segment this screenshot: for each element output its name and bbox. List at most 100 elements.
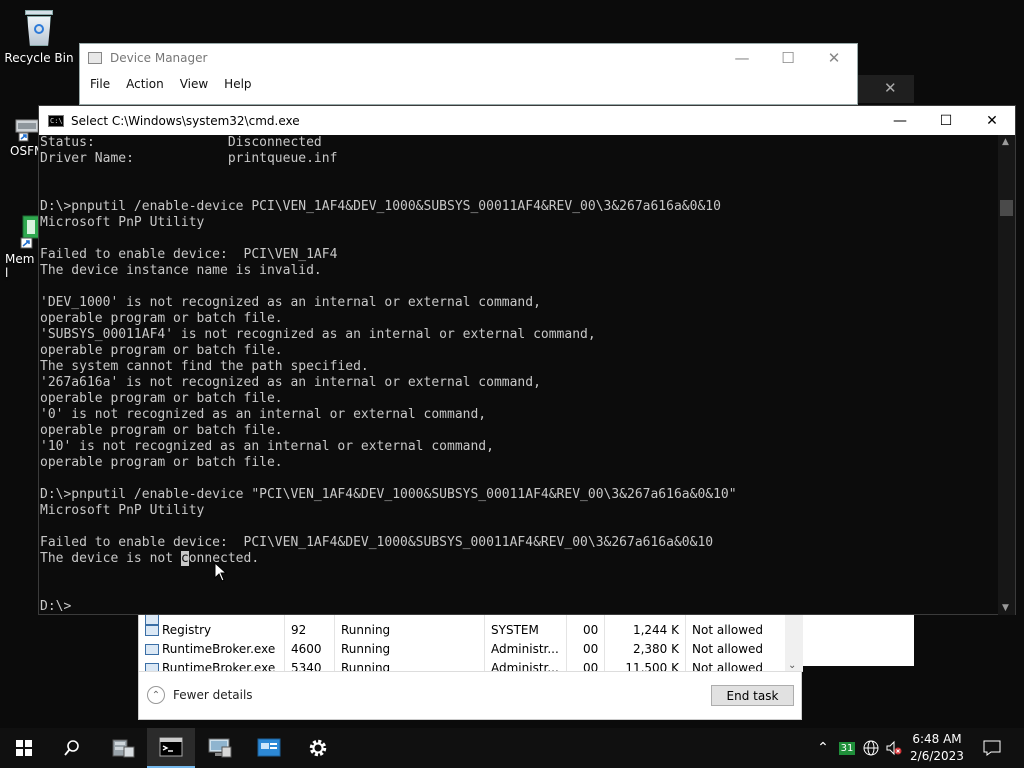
process-list: Registry 92 Running SYSTEM 00 1,244 K No… — [139, 612, 803, 671]
windows-logo-icon — [16, 740, 32, 756]
console-text: Status: Disconnected Driver Name: printq… — [40, 135, 737, 566]
text-selection: c — [180, 551, 189, 566]
desktop-icon-osfm[interactable]: OSFM — [0, 116, 44, 158]
clock-time: 6:48 AM — [912, 732, 962, 746]
tray-show-hidden[interactable]: ⌃ — [812, 728, 834, 768]
device-manager-icon — [88, 52, 102, 64]
process-status: Running — [341, 661, 391, 671]
task-manager-window: Registry 92 Running SYSTEM 00 1,244 K No… — [138, 612, 803, 720]
process-pid: 92 — [291, 623, 307, 637]
menu-action[interactable]: Action — [118, 77, 172, 91]
table-row[interactable]: RuntimeBroker.exe 5340 Running Administr… — [139, 659, 789, 671]
chevron-up-icon: ⌃ — [817, 740, 829, 756]
console-output[interactable]: Status: Disconnected Driver Name: printq… — [39, 135, 999, 615]
control-panel-icon — [257, 738, 281, 757]
process-cpu: 00 — [583, 642, 599, 656]
cmd-titlebar[interactable]: C:\ Select C:\Windows\system32\cmd.exe —… — [39, 106, 1015, 135]
close-icon[interactable]: ✕ — [884, 79, 897, 97]
desktop-icon-label: Recycle Bin — [4, 51, 74, 65]
window-title: Select C:\Windows\system32\cmd.exe — [71, 113, 300, 128]
process-status: Running — [341, 623, 391, 637]
taskbar-app-device-manager[interactable] — [196, 728, 244, 768]
process-memory: 1,244 K — [632, 623, 679, 637]
process-memory: 2,380 K — [632, 642, 679, 656]
device-manager-window: Device Manager — ☐ ✕ File Action View He… — [79, 43, 858, 105]
menu-help[interactable]: Help — [216, 77, 259, 91]
recycle-bin-icon — [22, 8, 56, 48]
process-name: RuntimeBroker.exe — [162, 642, 276, 656]
maximize-icon[interactable]: ☐ — [765, 44, 811, 72]
tray-volume[interactable] — [883, 728, 905, 768]
process-uac: Not allowed — [692, 642, 764, 656]
process-user: SYSTEM — [491, 623, 539, 637]
column-divider — [484, 612, 485, 671]
clock-date: 2/6/2023 — [910, 749, 964, 763]
desktop-icon-recycle-bin[interactable]: Recycle Bin — [3, 8, 75, 65]
menu-bar: File Action View Help — [80, 72, 857, 96]
window-title: Device Manager — [110, 51, 208, 65]
process-memory: 11,500 K — [625, 661, 679, 671]
process-icon — [145, 663, 159, 671]
column-divider — [284, 612, 285, 671]
taskbar-app-cmd[interactable] — [147, 728, 195, 768]
process-uac: Not allowed — [692, 623, 764, 637]
mouse-pointer-icon — [214, 562, 228, 582]
taskbar-app-control-panel[interactable] — [245, 728, 293, 768]
process-list-scrollbar[interactable]: ⌄ — [785, 612, 803, 671]
process-status: Running — [341, 642, 391, 656]
desktop-icon-mem[interactable]: Mem l — [0, 214, 40, 280]
column-divider — [604, 612, 605, 671]
column-divider — [566, 612, 567, 671]
close-icon[interactable]: ✕ — [969, 106, 1015, 135]
process-pid: 4600 — [291, 642, 322, 656]
drive-shortcut-icon — [15, 119, 39, 142]
close-icon[interactable]: ✕ — [811, 44, 857, 72]
column-divider — [334, 612, 335, 671]
taskbar: ⌃ 31 6:48 AM 2/6/2023 — [0, 728, 1024, 768]
minimize-icon[interactable]: — — [719, 44, 765, 72]
process-pid: 5340 — [291, 661, 322, 671]
action-center-button[interactable] — [978, 728, 1006, 768]
tray-app-badge[interactable]: 31 — [836, 728, 858, 768]
process-uac: Not allowed — [692, 661, 764, 671]
process-cpu: 00 — [583, 661, 599, 671]
search-icon — [64, 740, 79, 756]
column-divider — [685, 612, 686, 671]
tray-network[interactable] — [860, 728, 882, 768]
taskbar-app-server-manager[interactable] — [99, 728, 147, 768]
taskbar-app-settings[interactable] — [294, 728, 342, 768]
end-task-button[interactable]: End task — [711, 685, 794, 706]
start-button[interactable] — [0, 728, 48, 768]
menu-view[interactable]: View — [172, 77, 216, 91]
console-scrollbar[interactable]: ▲ ▼ — [998, 135, 1015, 615]
process-name: RuntimeBroker.exe — [162, 661, 276, 671]
gear-icon — [309, 739, 327, 757]
notification-icon — [983, 740, 1001, 756]
console-icon: C:\ — [48, 114, 64, 127]
volume-muted-icon — [886, 740, 902, 756]
minimize-icon[interactable]: — — [877, 106, 923, 135]
scroll-up-icon[interactable]: ▲ — [1002, 137, 1009, 147]
menu-file[interactable]: File — [82, 77, 118, 91]
chevron-down-icon[interactable]: ⌄ — [788, 660, 796, 671]
search-button[interactable] — [48, 728, 96, 768]
scroll-down-icon[interactable]: ▼ — [1002, 603, 1009, 613]
cmd-window: C:\ Select C:\Windows\system32\cmd.exe —… — [38, 105, 1016, 615]
taskbar-clock[interactable]: 6:48 AM 2/6/2023 — [904, 731, 970, 765]
globe-icon — [863, 740, 879, 756]
table-row[interactable]: Registry 92 Running SYSTEM 00 1,244 K No… — [139, 621, 789, 640]
maximize-icon[interactable]: ☐ — [923, 106, 969, 135]
task-manager-titlebar-fragment: ✕ — [858, 75, 914, 103]
process-icon — [145, 644, 159, 655]
scroll-thumb[interactable] — [1000, 200, 1013, 216]
fewer-details-link[interactable]: ⌃ Fewer details — [147, 686, 253, 704]
chevron-up-icon: ⌃ — [147, 686, 165, 704]
process-name: Registry — [162, 623, 212, 637]
device-manager-app-icon — [208, 738, 232, 758]
process-icon — [145, 625, 159, 636]
task-manager-footer: ⌃ Fewer details End task — [139, 671, 803, 720]
tray-badge-icon: 31 — [838, 741, 856, 755]
server-manager-icon — [112, 739, 135, 758]
table-row[interactable]: RuntimeBroker.exe 4600 Running Administr… — [139, 640, 789, 659]
process-cpu: 00 — [583, 623, 599, 637]
